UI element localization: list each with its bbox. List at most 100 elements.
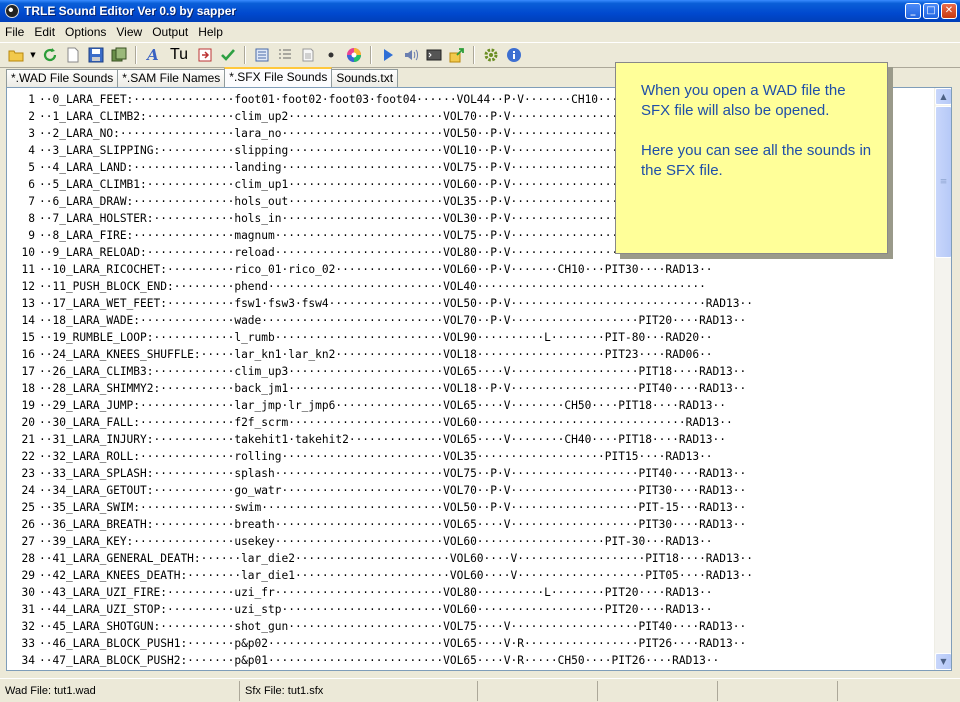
toolbar-separator <box>473 46 475 64</box>
play-icon[interactable] <box>378 45 398 65</box>
editor-line[interactable]: 25 ··35_LARA_SWIM:··············swim·····… <box>7 499 933 516</box>
minimize-button[interactable]: _ <box>905 3 921 19</box>
dropdown-arrow-icon[interactable]: ▼ <box>29 45 37 65</box>
line-number: 10 <box>21 246 35 259</box>
editor-line[interactable]: 30 ··43_LARA_UZI_FIRE:··········uzi_fr···… <box>7 584 933 601</box>
line-number: 6 <box>28 178 35 191</box>
font-italic-label: A <box>147 46 159 64</box>
file-tabs: *.WAD File Sounds *.SAM File Names *.SFX… <box>6 67 399 87</box>
editor-line[interactable]: 11 ··10_LARA_RICOCHET:··········rico_01·r… <box>7 261 933 278</box>
numbered-list-icon[interactable] <box>275 45 295 65</box>
editor-line[interactable]: 27 ··39_LARA_KEY:···············usekey···… <box>7 533 933 550</box>
line-text: ··45_LARA_SHOTGUN:···········shot_gun···… <box>39 620 747 633</box>
editor-line[interactable]: 18 ··28_LARA_SHIMMY2:···········back_jm1·… <box>7 380 933 397</box>
dot-icon[interactable] <box>321 45 341 65</box>
editor-line[interactable]: 15 ··19_RUMBLE_LOOP:············l_rumb···… <box>7 329 933 346</box>
menu-edit[interactable]: Edit <box>29 25 60 39</box>
menu-output[interactable]: Output <box>147 25 193 39</box>
window-title: TRLE Sound Editor Ver 0.9 by sapper <box>24 4 237 18</box>
save-all-icon[interactable] <box>109 45 129 65</box>
editor-line[interactable]: 31 ··44_LARA_UZI_STOP:··········uzi_stp··… <box>7 601 933 618</box>
line-text: ··46_LARA_BLOCK_PUSH1:·······p&p02······… <box>39 637 747 650</box>
status-sfx-file: Sfx File: tut1.sfx <box>240 680 478 701</box>
scroll-up-button[interactable]: ▲ <box>935 88 951 105</box>
close-button[interactable]: ✕ <box>941 3 957 19</box>
editor-line[interactable]: 20 ··30_LARA_FALL:··············f2f_scrm·… <box>7 414 933 431</box>
list-icon[interactable] <box>252 45 272 65</box>
toolbar-separator <box>244 46 246 64</box>
line-number: 7 <box>28 195 35 208</box>
line-number: 18 <box>21 382 35 395</box>
editor-line[interactable]: 29 ··42_LARA_KNEES_DEATH:········lar_die1… <box>7 567 933 584</box>
editor-line[interactable]: 14 ··18_LARA_WADE:··············wade·····… <box>7 312 933 329</box>
editor-line[interactable]: 16 ··24_LARA_KNEES_SHUFFLE:·····lar_kn1·l… <box>7 346 933 363</box>
text-tu-icon[interactable]: Tu <box>166 45 192 65</box>
line-text: ··33_LARA_SPLASH:············splash·····… <box>39 467 747 480</box>
color-wheel-icon[interactable] <box>344 45 364 65</box>
menu-help[interactable]: Help <box>193 25 228 39</box>
tab-sounds-txt[interactable]: Sounds.txt <box>331 69 399 87</box>
status-wad-file: Wad File: tut1.wad <box>0 680 240 701</box>
editor-line[interactable]: 23 ··33_LARA_SPLASH:············splash···… <box>7 465 933 482</box>
tab-sam-file-names[interactable]: *.SAM File Names <box>117 69 226 87</box>
editor-line[interactable]: 17 ··26_LARA_CLIMB3:············clim_up3·… <box>7 363 933 380</box>
editor-line[interactable]: 33 ··46_LARA_BLOCK_PUSH1:·······p&p02····… <box>7 635 933 652</box>
editor-line[interactable]: 34 ··47_LARA_BLOCK_PUSH2:·······p&p01····… <box>7 652 933 669</box>
editor-line[interactable]: 12 ··11_PUSH_BLOCK_END:·········phend····… <box>7 278 933 295</box>
editor-line[interactable]: 28 ··41_LARA_GENERAL_DEATH:······lar_die2… <box>7 550 933 567</box>
note-paragraph-2: Here you can see all the sounds in the S… <box>641 142 872 179</box>
sound-settings-icon[interactable] <box>401 45 421 65</box>
editor-line[interactable]: 32 ··45_LARA_SHOTGUN:···········shot_gun·… <box>7 618 933 635</box>
line-number: 12 <box>21 280 35 293</box>
status-panel-3 <box>478 680 598 701</box>
line-number: 31 <box>21 603 35 616</box>
tab-wad-file-sounds[interactable]: *.WAD File Sounds <box>6 69 119 87</box>
gear-icon[interactable] <box>481 45 501 65</box>
menu-bar: File Edit Options View Output Help <box>0 22 960 41</box>
find-replace-icon[interactable] <box>195 45 215 65</box>
editor-line[interactable]: 21 ··31_LARA_INJURY:············takehit1·… <box>7 431 933 448</box>
line-number: 28 <box>21 552 35 565</box>
page-icon[interactable] <box>298 45 318 65</box>
line-number: 34 <box>21 654 35 667</box>
menu-options[interactable]: Options <box>60 25 111 39</box>
save-icon[interactable] <box>86 45 106 65</box>
line-number: 17 <box>21 365 35 378</box>
line-number: 27 <box>21 535 35 548</box>
scroll-thumb[interactable]: ≡ <box>935 106 951 258</box>
line-number: 33 <box>21 637 35 650</box>
editor-line[interactable]: 19 ··29_LARA_JUMP:··············lar_jmp·l… <box>7 397 933 414</box>
console-icon[interactable] <box>424 45 444 65</box>
menu-view[interactable]: View <box>111 25 147 39</box>
line-number: 25 <box>21 501 35 514</box>
checkmark-icon[interactable] <box>218 45 238 65</box>
line-text: ··29_LARA_JUMP:··············lar_jmp·lr_… <box>39 399 727 412</box>
info-icon[interactable] <box>504 45 524 65</box>
line-text: ··24_LARA_KNEES_SHUFFLE:·····lar_kn1·lar… <box>39 348 713 361</box>
line-text: ··17_LARA_WET_FEET:··········fsw1·fsw3·f… <box>39 297 753 310</box>
editor-line[interactable]: 22 ··32_LARA_ROLL:··············rolling··… <box>7 448 933 465</box>
refresh-icon[interactable] <box>40 45 60 65</box>
line-number: 15 <box>21 331 35 344</box>
line-text: ··31_LARA_INJURY:············takehit1·ta… <box>39 433 727 446</box>
tab-sfx-file-sounds[interactable]: *.SFX File Sounds <box>224 67 333 87</box>
tutorial-note: When you open a WAD file the SFX file wi… <box>615 62 888 254</box>
font-italic-icon[interactable]: A <box>143 45 163 65</box>
open-folder-icon[interactable] <box>6 45 26 65</box>
new-file-icon[interactable] <box>63 45 83 65</box>
line-text: ··39_LARA_KEY:···············usekey·····… <box>39 535 713 548</box>
line-number: 22 <box>21 450 35 463</box>
line-text: ··10_LARA_RICOCHET:··········rico_01·ric… <box>39 263 713 276</box>
scroll-down-button[interactable]: ▼ <box>935 653 951 670</box>
menu-file[interactable]: File <box>0 25 29 39</box>
line-text: ··36_LARA_BREATH:············breath·····… <box>39 518 747 531</box>
editor-line[interactable]: 13 ··17_LARA_WET_FEET:··········fsw1·fsw3… <box>7 295 933 312</box>
editor-line[interactable]: 26 ··36_LARA_BREATH:············breath···… <box>7 516 933 533</box>
vertical-scrollbar[interactable]: ▲ ≡ ▼ <box>934 88 951 670</box>
toolbar-separator <box>370 46 372 64</box>
status-panel-5 <box>718 680 838 701</box>
maximize-button[interactable]: □ <box>923 3 939 19</box>
editor-line[interactable]: 24 ··34_LARA_GETOUT:············go_watr··… <box>7 482 933 499</box>
export-icon[interactable] <box>447 45 467 65</box>
line-text: ··43_LARA_UZI_FIRE:··········uzi_fr·····… <box>39 586 713 599</box>
